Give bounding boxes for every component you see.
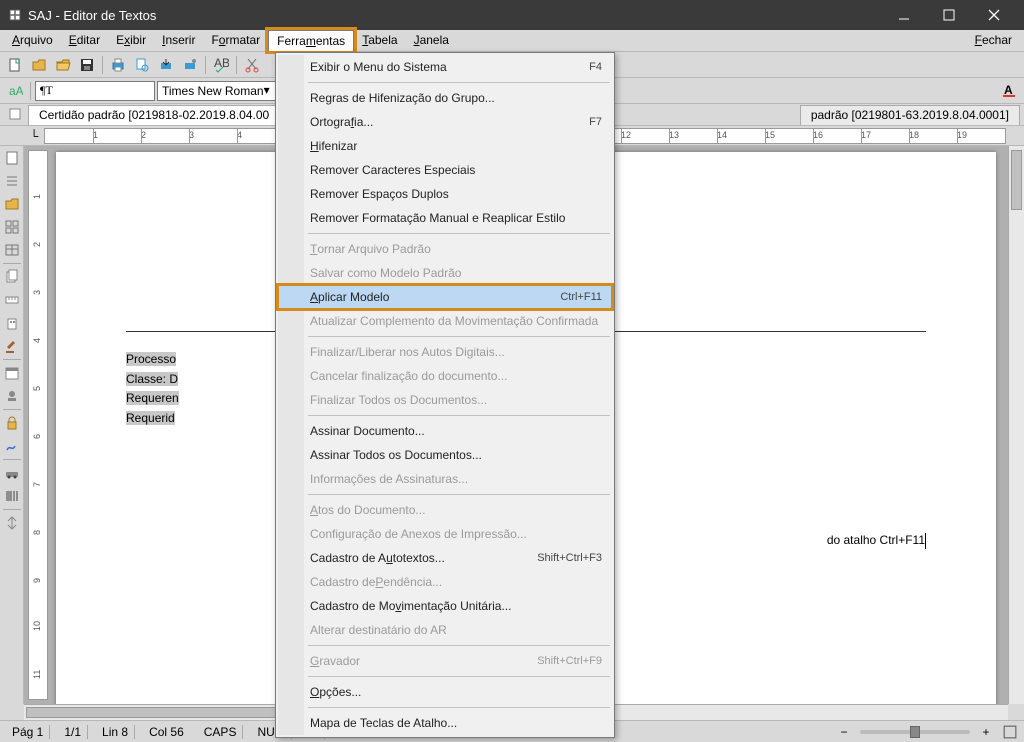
dd-cadastro-auto[interactable]: Cadastro de Autotextos...Shift+Ctrl+F3 bbox=[278, 546, 612, 570]
text-requeren: Requeren bbox=[126, 391, 179, 405]
close-button[interactable] bbox=[971, 0, 1016, 30]
side-building-icon[interactable] bbox=[2, 313, 22, 333]
dd-tornar-padrao: Tornar Arquivo Padrão bbox=[278, 237, 612, 261]
body-line: do atalho Ctrl+F11 bbox=[827, 533, 925, 547]
dd-cancelar-final: Cancelar finalização do documento... bbox=[278, 364, 612, 388]
dd-exibir-menu[interactable]: Exibir o Menu do SistemaF4 bbox=[278, 55, 612, 79]
zoom-reset-icon[interactable] bbox=[1002, 724, 1018, 740]
side-gavel-icon[interactable] bbox=[2, 336, 22, 356]
dd-info-assin: Informações de Assinaturas... bbox=[278, 467, 612, 491]
tab-close-icon[interactable] bbox=[4, 103, 26, 125]
status-lin: Lin 8 bbox=[96, 725, 135, 739]
open-icon[interactable] bbox=[28, 54, 50, 76]
side-doc-icon[interactable] bbox=[2, 148, 22, 168]
side-table-icon[interactable] bbox=[2, 240, 22, 260]
new-icon[interactable] bbox=[4, 54, 26, 76]
dd-salvar-modelo: Salvar como Modelo Padrão bbox=[278, 261, 612, 285]
title-bar: SAJ - Editor de Textos bbox=[0, 0, 1024, 30]
side-copy-icon[interactable] bbox=[2, 267, 22, 287]
print-direct-icon[interactable] bbox=[155, 54, 177, 76]
dd-opcoes[interactable]: Opções... bbox=[278, 680, 612, 704]
status-col: Col 56 bbox=[143, 725, 190, 739]
status-page: Pág 1 bbox=[6, 725, 50, 739]
cut-icon[interactable] bbox=[241, 54, 263, 76]
menu-bar: Arquivo Editar Exibir Inserir Formatar F… bbox=[0, 30, 1024, 52]
dd-finalizar-liberar: Finalizar/Liberar nos Autos Digitais... bbox=[278, 340, 612, 364]
dd-hifenizar[interactable]: Hifenizar bbox=[278, 134, 612, 158]
side-calendar-icon[interactable] bbox=[2, 363, 22, 383]
dd-remover-especiais[interactable]: Remover Caracteres Especiais bbox=[278, 158, 612, 182]
dd-remover-format[interactable]: Remover Formatação Manual e Reaplicar Es… bbox=[278, 206, 612, 230]
style-combo[interactable]: ¶T bbox=[35, 81, 155, 101]
zoom-slider[interactable] bbox=[860, 730, 970, 734]
dd-assinar-doc[interactable]: Assinar Documento... bbox=[278, 419, 612, 443]
dd-aplicar-modelo[interactable]: Aplicar ModeloCtrl+F11 bbox=[278, 285, 612, 309]
svg-text:aA: aA bbox=[9, 84, 23, 98]
dd-atualizar-comp: Atualizar Complemento da Movimentação Co… bbox=[278, 309, 612, 333]
dd-remover-espacos[interactable]: Remover Espaços Duplos bbox=[278, 182, 612, 206]
menu-janela[interactable]: Janela bbox=[406, 30, 457, 51]
menu-formatar[interactable]: Formatar bbox=[203, 30, 268, 51]
print-icon[interactable] bbox=[107, 54, 129, 76]
dd-cadastro-pend: Cadastro de Pendência... bbox=[278, 570, 612, 594]
text-requerid: Requerid bbox=[126, 411, 175, 425]
dd-assinar-todos[interactable]: Assinar Todos os Documentos... bbox=[278, 443, 612, 467]
side-folder-icon[interactable] bbox=[2, 194, 22, 214]
dd-ortografia[interactable]: Ortografia...F7 bbox=[278, 110, 612, 134]
menu-editar[interactable]: Editar bbox=[61, 30, 108, 51]
minimize-button[interactable] bbox=[881, 0, 926, 30]
menu-ferramentas[interactable]: Ferramentas bbox=[268, 30, 354, 51]
tab-marker-icon[interactable]: └ bbox=[24, 127, 44, 145]
side-stamp-icon[interactable] bbox=[2, 386, 22, 406]
vertical-scrollbar[interactable] bbox=[1008, 146, 1024, 704]
status-total: 1/1 bbox=[58, 725, 88, 739]
tab-doc-1[interactable]: Certidão padrão [0219818-02.2019.8.04.00 bbox=[28, 105, 280, 125]
svg-text:A: A bbox=[1004, 83, 1013, 97]
side-ruler-icon[interactable] bbox=[2, 290, 22, 310]
dd-atos-doc: Atos do Documento... bbox=[278, 498, 612, 522]
dd-config-anexos: Configuração de Anexos de Impressão... bbox=[278, 522, 612, 546]
text-processo: Processo bbox=[126, 352, 176, 366]
font-color-icon[interactable]: A bbox=[998, 80, 1020, 102]
open-folder-icon[interactable] bbox=[52, 54, 74, 76]
menu-exibir[interactable]: Exibir bbox=[108, 30, 154, 51]
menu-tabela[interactable]: Tabela bbox=[354, 30, 405, 51]
spellcheck-icon[interactable]: ABC bbox=[210, 54, 232, 76]
dd-alterar-dest: Alterar destinatário do AR bbox=[278, 618, 612, 642]
status-caps: CAPS bbox=[198, 725, 244, 739]
zoom-out-icon[interactable]: − bbox=[836, 724, 852, 740]
side-expand-icon[interactable] bbox=[2, 513, 22, 533]
side-sign-icon[interactable] bbox=[2, 436, 22, 456]
menu-arquivo[interactable]: Arquivo bbox=[4, 30, 61, 51]
side-grid-icon[interactable] bbox=[2, 217, 22, 237]
dd-finalizar-todos: Finalizar Todos os Documentos... bbox=[278, 388, 612, 412]
side-lock-icon[interactable] bbox=[2, 413, 22, 433]
zoom-in-icon[interactable]: + bbox=[978, 724, 994, 740]
text-classe: Classe: D bbox=[126, 372, 178, 386]
save-icon[interactable] bbox=[76, 54, 98, 76]
app-icon bbox=[8, 8, 22, 22]
tab-doc-2[interactable]: padrão [0219801-63.2019.8.04.0001] bbox=[800, 105, 1020, 125]
menu-inserir[interactable]: Inserir bbox=[154, 30, 203, 51]
side-toolbar bbox=[0, 146, 24, 704]
dd-cadastro-mov[interactable]: Cadastro de Movimentação Unitária... bbox=[278, 594, 612, 618]
window-title: SAJ - Editor de Textos bbox=[28, 8, 881, 23]
maximize-button[interactable] bbox=[926, 0, 971, 30]
dd-mapa-teclas[interactable]: Mapa de Teclas de Atalho... bbox=[278, 711, 612, 735]
print-config-icon[interactable] bbox=[179, 54, 201, 76]
side-barcode-icon[interactable] bbox=[2, 486, 22, 506]
autotext-icon[interactable]: aA bbox=[4, 80, 26, 102]
vertical-ruler[interactable]: 123456789101112 bbox=[28, 150, 48, 700]
side-list-icon[interactable] bbox=[2, 171, 22, 191]
menu-fechar[interactable]: Fechar bbox=[967, 30, 1020, 51]
dd-gravador: GravadorShift+Ctrl+F9 bbox=[278, 649, 612, 673]
side-car-icon[interactable] bbox=[2, 463, 22, 483]
ferramentas-dropdown: Exibir o Menu do SistemaF4 Regras de Hif… bbox=[275, 52, 615, 738]
dd-regras[interactable]: Regras de Hifenização do Grupo... bbox=[278, 86, 612, 110]
print-preview-icon[interactable] bbox=[131, 54, 153, 76]
